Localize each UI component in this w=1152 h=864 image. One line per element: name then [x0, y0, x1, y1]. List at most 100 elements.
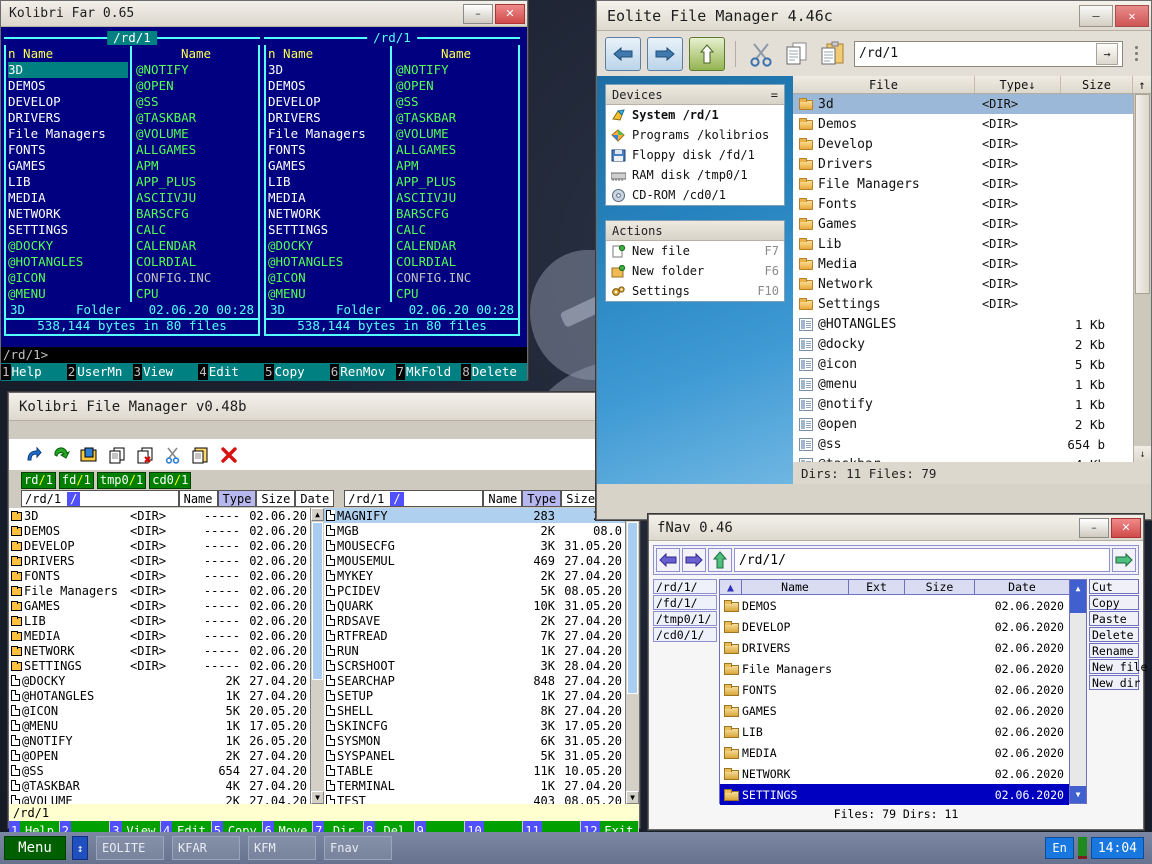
- fnav-disk-list[interactable]: /rd/1//fd/1//tmp0/1//cd0/1/: [653, 579, 717, 804]
- eolite-close-button[interactable]: ✕: [1115, 4, 1149, 27]
- fnav-go-icon[interactable]: [1112, 548, 1136, 572]
- kfm-right-path-slash[interactable]: /: [390, 491, 404, 506]
- far-file-item[interactable]: SETTINGS: [268, 222, 388, 238]
- fnav-close-button[interactable]: ✕: [1111, 517, 1141, 538]
- far-file-item[interactable]: @TASKBAR: [136, 110, 256, 126]
- kfm-left-col-name[interactable]: Name: [178, 490, 218, 507]
- kfm-file-row[interactable]: @ICON 5K 20.05.20: [9, 703, 310, 718]
- fnav-forward-icon[interactable]: [682, 548, 706, 572]
- kfm-file-row[interactable]: SHELL 8K 27.04.20: [324, 703, 625, 718]
- far-file-item[interactable]: @HOTANGLES: [8, 254, 128, 270]
- far-file-item[interactable]: FONTS: [8, 142, 128, 158]
- fnav-file-row[interactable]: LIB 02.06.2020: [720, 721, 1069, 742]
- far-titlebar[interactable]: Kolibri Far 0.65 – ✕: [1, 1, 527, 27]
- eolite-file-row[interactable]: Settings <DIR>: [793, 294, 1133, 314]
- eolite-file-row[interactable]: @notify 1 Kb: [793, 394, 1133, 414]
- eolite-column-headers[interactable]: File Type↓ Size ↑: [793, 76, 1151, 94]
- far-file-item[interactable]: @SS: [396, 94, 516, 110]
- far-file-item[interactable]: DRIVERS: [268, 110, 388, 126]
- kfm-command-line[interactable]: /rd/1: [9, 804, 639, 821]
- fnav-scroll-thumb[interactable]: [1070, 597, 1086, 613]
- kfm-file-row[interactable]: DEMOS <DIR> ----- 02.06.20: [9, 523, 310, 538]
- kfm-left-list[interactable]: 3D <DIR> ----- 02.06.20 DEMOS <DIR> ----- 02.06…: [9, 508, 310, 804]
- eolite-file-list[interactable]: 3d <DIR> Demos <DIR> Develop <DIR> Drivers <DIR…: [793, 94, 1133, 462]
- kfm-right-col-name[interactable]: Name: [483, 490, 523, 507]
- fnav-action-button[interactable]: Copy: [1089, 595, 1139, 610]
- far-right-col-a-list[interactable]: 3D DEMOS DEVELOP DRIVERS File Managers FONTS G…: [268, 62, 388, 302]
- eolite-minimize-button[interactable]: –: [1079, 4, 1113, 27]
- eolite-col-size[interactable]: Size: [1061, 76, 1133, 93]
- up-arrow-icon[interactable]: [689, 36, 725, 71]
- fnav-table[interactable]: ▲ Name Ext Size Date DEMOS 02.06.2020 DEVE…: [719, 579, 1070, 805]
- far-file-item[interactable]: @MENU: [8, 286, 128, 302]
- far-close-button[interactable]: ✕: [495, 3, 525, 24]
- far-command-line[interactable]: /rd/1>: [1, 347, 527, 363]
- far-file-item[interactable]: COLRDIAL: [136, 254, 256, 270]
- kfm-right-scrollbar[interactable]: ▲ ▼: [625, 508, 639, 804]
- kfm-file-row[interactable]: LIB <DIR> ----- 02.06.20: [9, 613, 310, 628]
- fnav-disk-button[interactable]: /tmp0/1/: [653, 611, 717, 626]
- move-icon[interactable]: [135, 445, 155, 465]
- eolite-action-item[interactable]: Settings F10: [606, 281, 784, 301]
- fnav-file-row[interactable]: NETWORK 02.06.2020: [720, 763, 1069, 784]
- kfm-file-row[interactable]: File Managers <DIR> ----- 02.06.20: [9, 583, 310, 598]
- eolite-action-item[interactable]: New file F7: [606, 241, 784, 261]
- back-arrow-icon[interactable]: [605, 36, 641, 71]
- eolite-device-item[interactable]: RAM disk /tmp0/1: [606, 165, 784, 185]
- far-file-item[interactable]: CONFIG.INC: [136, 270, 256, 286]
- cut-icon[interactable]: [163, 445, 183, 465]
- window-fnav[interactable]: fNav 0.46 – ✕ /rd/1/ /rd/1//fd/1//tmp0/1…: [648, 514, 1147, 830]
- far-file-item[interactable]: @NOTIFY: [396, 62, 516, 78]
- far-fkey[interactable]: 6 RenMov: [329, 363, 396, 381]
- fnav-file-row[interactable]: File Managers 02.06.2020: [720, 658, 1069, 679]
- far-fkey[interactable]: 7 MkFold: [395, 363, 462, 381]
- far-fkey[interactable]: 1 Help: [1, 363, 67, 381]
- kfm-file-row[interactable]: @SS 654 27.04.20: [9, 763, 310, 778]
- kfm-file-row[interactable]: MAGNIFY28320.0: [324, 508, 625, 523]
- far-panel-left[interactable]: /rd/1 n Name 3D DEMOS DEVELOP DRIVERS File M…: [4, 31, 260, 336]
- eolite-col-file[interactable]: File: [793, 76, 975, 93]
- fnav-action-button[interactable]: Cut: [1089, 579, 1139, 594]
- eolite-sidebar[interactable]: Devices = System /rd/1 Programs /kolibrio…: [597, 76, 793, 484]
- eolite-file-row[interactable]: @ss 654 b: [793, 434, 1133, 454]
- kfm-file-row[interactable]: DEVELOP <DIR> ----- 02.06.20: [9, 538, 310, 553]
- eolite-titlebar[interactable]: Eolite File Manager 4.46c – ✕: [597, 1, 1151, 31]
- fnav-file-list[interactable]: DEMOS 02.06.2020 DEVELOP 02.06.2020 DRIVERS 0…: [720, 595, 1069, 805]
- far-file-item[interactable]: @VOLUME: [396, 126, 516, 142]
- far-fkey[interactable]: 8 Delete: [461, 363, 527, 381]
- kfm-left-col-type[interactable]: Type: [217, 490, 257, 507]
- far-file-item[interactable]: @ICON: [268, 270, 388, 286]
- kfm-left-scroll-down[interactable]: ▼: [311, 791, 324, 804]
- far-file-item[interactable]: ASCIIVJU: [396, 190, 516, 206]
- far-panel-right[interactable]: /rd/1 n Name 3D DEMOS DEVELOP DRIVERS File M…: [264, 31, 520, 336]
- eolite-file-row[interactable]: @taskbar4 Kb: [793, 454, 1133, 462]
- far-file-item[interactable]: CONFIG.INC: [396, 270, 516, 286]
- forward-arrow-icon[interactable]: [647, 36, 683, 71]
- eolite-device-item[interactable]: Programs /kolibrios: [606, 125, 784, 145]
- taskbar-switch-icon[interactable]: ↕: [72, 836, 88, 860]
- kfm-file-row[interactable]: @MENU 1K 17.05.20: [9, 718, 310, 733]
- kfm-disk-tab[interactable]: cd0/1: [149, 471, 192, 489]
- far-file-item[interactable]: @DOCKY: [8, 238, 128, 254]
- eolite-window-buttons[interactable]: – ✕: [1079, 4, 1149, 27]
- far-file-item[interactable]: @NOTIFY: [136, 62, 256, 78]
- eolite-action-item[interactable]: New folder F6: [606, 261, 784, 281]
- far-fkey[interactable]: 2 UserMn: [66, 363, 133, 381]
- taskbar-task-button[interactable]: EOLITE: [96, 836, 164, 860]
- fnav-col-sort[interactable]: ▲: [720, 580, 742, 594]
- far-fkey[interactable]: 3 View: [132, 363, 199, 381]
- kfm-left-pane[interactable]: 3D <DIR> ----- 02.06.20 DEMOS <DIR> ----- 02.06…: [9, 508, 324, 804]
- eolite-file-row[interactable]: Demos <DIR>: [793, 114, 1133, 134]
- far-file-item[interactable]: 3D: [268, 62, 388, 78]
- kfm-file-row[interactable]: SKINCFG 3K 17.05.20: [324, 718, 625, 733]
- fnav-action-button[interactable]: Delete: [1089, 627, 1139, 642]
- fnav-file-row[interactable]: DRIVERS 02.06.2020: [720, 637, 1069, 658]
- eolite-file-row[interactable]: Develop <DIR>: [793, 134, 1133, 154]
- taskbar-task-button[interactable]: KFAR: [172, 836, 240, 860]
- far-file-item[interactable]: DEMOS: [8, 78, 128, 94]
- far-file-item[interactable]: CALC: [396, 222, 516, 238]
- far-left-col-b-list[interactable]: @NOTIFY @OPEN @SS @TASKBAR @VOLUME ALLGAMES AP…: [136, 62, 256, 302]
- far-file-item[interactable]: CPU: [136, 286, 256, 302]
- far-file-item[interactable]: GAMES: [268, 158, 388, 174]
- kfm-file-row[interactable]: @HOTANGLES 1K 27.04.20: [9, 688, 310, 703]
